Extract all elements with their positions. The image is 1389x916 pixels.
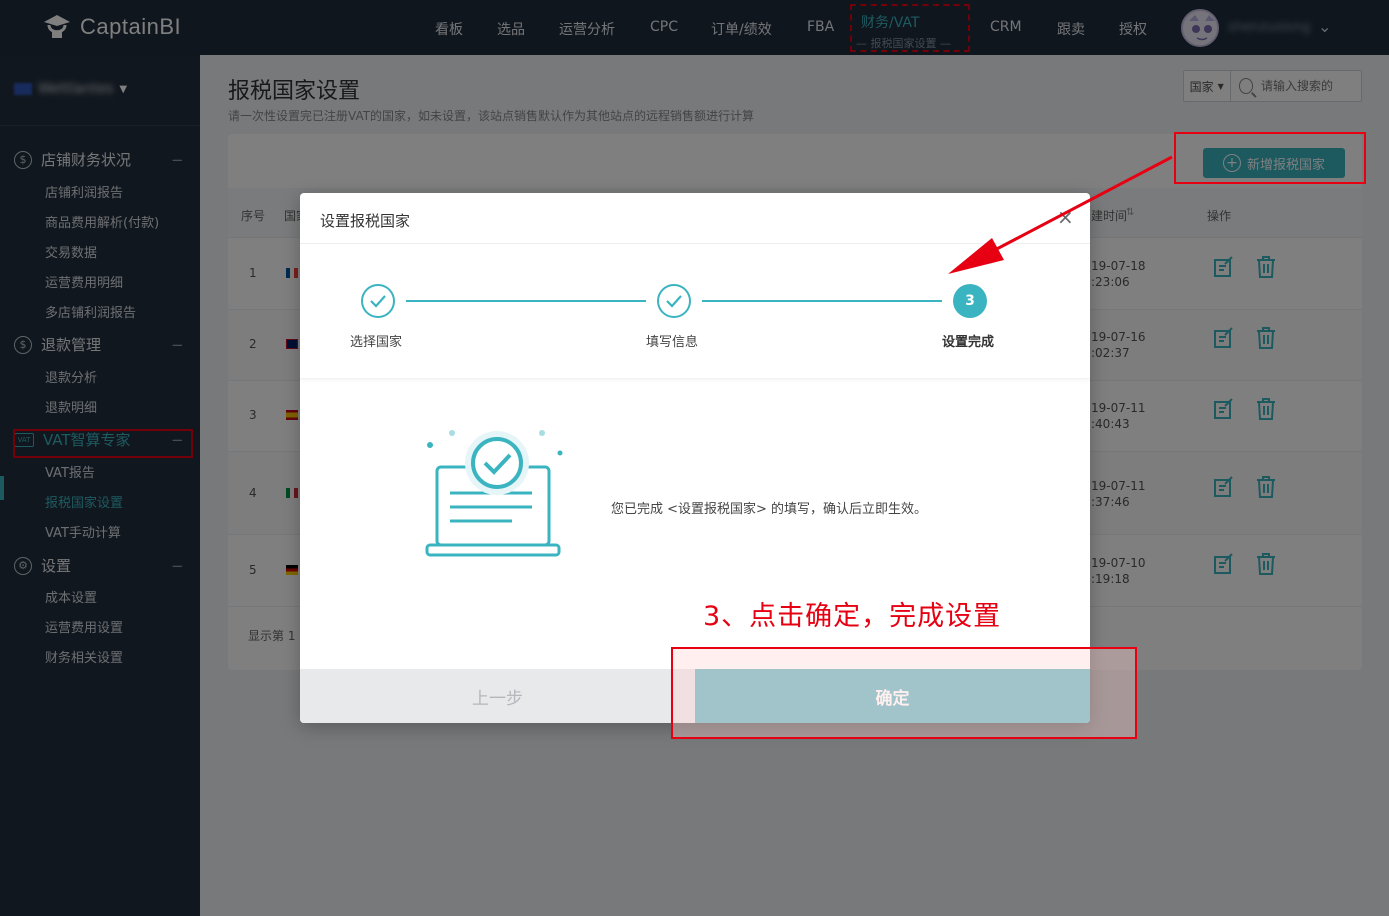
instruction-annotation: 3、点击确定，完成设置 [703, 601, 1002, 632]
annotation-arrow [948, 155, 1173, 274]
confirm-highlight-annotation [671, 647, 1137, 739]
